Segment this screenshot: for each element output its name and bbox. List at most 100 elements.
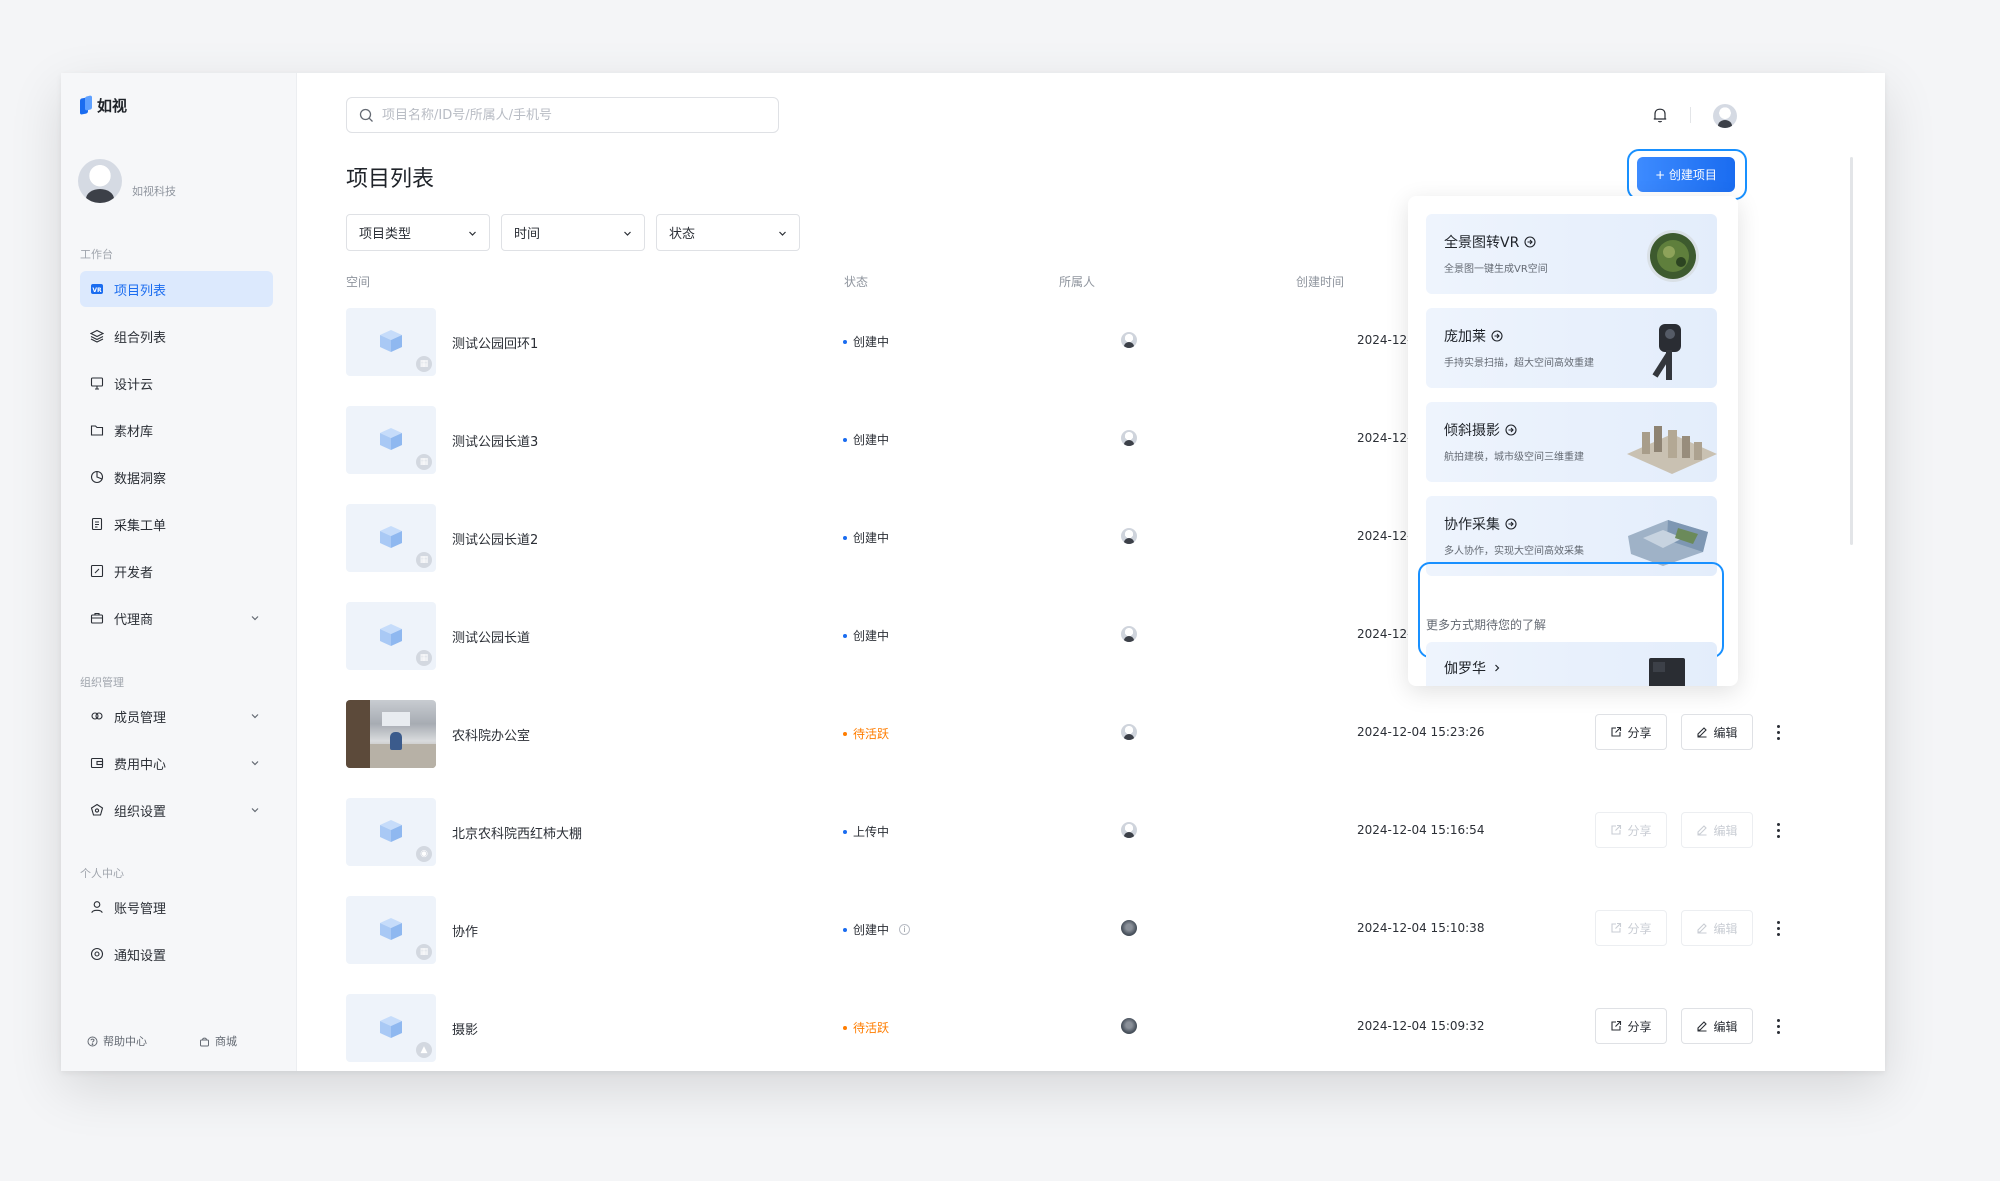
create-project-button[interactable]: + 创建项目 [1637, 157, 1735, 192]
sidebar-item-account[interactable]: 账号管理 [80, 889, 273, 925]
share-button[interactable]: 分享 [1595, 812, 1667, 848]
logo[interactable]: 如视 [80, 95, 127, 116]
sidebar-item-label: 设计云 [114, 377, 154, 393]
more-icon[interactable] [1772, 1016, 1784, 1036]
chevron-right-icon [1495, 664, 1500, 672]
project-thumbnail[interactable]: ▦ [346, 406, 436, 474]
sidebar-item-members[interactable]: 成员管理 [80, 698, 273, 734]
sidebar-item-label: 代理商 [114, 612, 154, 628]
edit-icon [1697, 825, 1708, 836]
more-icon[interactable] [1772, 820, 1784, 840]
project-thumbnail[interactable]: ▲ [346, 994, 436, 1062]
dropdown-item-galois[interactable]: 伽罗华 [1426, 642, 1717, 686]
dropdown-item-oblique-photography[interactable]: 倾斜摄影 航拍建模，城市级空间三维重建 [1426, 402, 1717, 482]
info-icon[interactable]: i [899, 924, 911, 935]
dot [1776, 834, 1780, 838]
filter-status[interactable]: 状态 [656, 214, 800, 251]
code-icon [90, 564, 104, 578]
edit-label: 编辑 [1713, 823, 1738, 838]
collab-model-image [1628, 520, 1708, 566]
search-input[interactable] [382, 107, 762, 123]
project-thumbnail[interactable]: ▦ [346, 602, 436, 670]
project-name[interactable]: 测试公园长道2 [452, 529, 538, 548]
share-label: 分享 [1627, 1019, 1652, 1034]
sidebar-item-combos[interactable]: 组合列表 [80, 318, 273, 354]
user-avatar[interactable] [1713, 104, 1737, 128]
status-label: 待活跃 [853, 1021, 890, 1035]
dropdown-item-subtitle: 手持实景扫描，超大空间高效重建 [1444, 358, 1594, 369]
arrow-circle-icon [1505, 424, 1517, 436]
arrow-circle-icon [1524, 236, 1536, 248]
status-dot [843, 731, 847, 736]
edit-button[interactable]: 编辑 [1681, 714, 1753, 750]
sidebar-item-label: 通知设置 [114, 948, 167, 964]
edit-icon [1697, 923, 1708, 934]
share-button[interactable]: 分享 [1595, 714, 1667, 750]
project-thumbnail[interactable]: ▦ [346, 308, 436, 376]
sidebar-item-work-orders[interactable]: 采集工单 [80, 506, 273, 542]
shop-link[interactable]: 商城 [199, 1033, 237, 1049]
sidebar-item-label: 开发者 [114, 565, 154, 581]
nav-group-personal: 个人中心 [80, 867, 124, 880]
status-dot [843, 927, 847, 932]
table-row[interactable]: ◉ 北京农科院西红柿大棚 上传中 2024-12-04 15:16:54 分享 … [346, 798, 1796, 868]
dropdown-item-title-text: 全景图转VR [1444, 235, 1520, 251]
project-name[interactable]: 测试公园回环1 [452, 333, 538, 352]
column-header-owner: 所属人 [1059, 275, 1096, 289]
help-center-link[interactable]: 帮助中心 [87, 1033, 147, 1049]
sidebar-item-insights[interactable]: 数据洞察 [80, 459, 273, 495]
logo-icon [80, 96, 92, 115]
project-name[interactable]: 测试公园长道 [452, 627, 530, 646]
sidebar-item-org-settings[interactable]: 组织设置 [80, 792, 273, 828]
dot [1776, 926, 1780, 930]
search-icon [359, 108, 373, 122]
dropdown-item-panorama-vr[interactable]: 全景图转VR 全景图一键生成VR空间 [1426, 214, 1717, 294]
bell-icon[interactable] [1651, 106, 1669, 124]
dot [1776, 1024, 1780, 1028]
project-name[interactable]: 农科院办公室 [452, 725, 530, 744]
edit-button[interactable]: 编辑 [1681, 910, 1753, 946]
project-thumbnail[interactable]: ▦ [346, 896, 436, 964]
monitor-icon [90, 376, 104, 390]
dropdown-item-poincare[interactable]: 庞加莱 手持实景扫描，超大空间高效重建 [1426, 308, 1717, 388]
table-row[interactable]: 农科院办公室 待活跃 2024-12-04 15:23:26 分享 编辑 [346, 700, 1796, 770]
project-photo-thumbnail[interactable] [346, 700, 436, 768]
profile[interactable]: 如视科技 [78, 159, 176, 203]
project-thumbnail[interactable]: ◉ [346, 798, 436, 866]
sidebar-item-billing[interactable]: 费用中心 [80, 745, 273, 781]
filter-time[interactable]: 时间 [501, 214, 645, 251]
share-button[interactable]: 分享 [1595, 1008, 1667, 1044]
project-name[interactable]: 摄影 [452, 1019, 478, 1038]
project-name[interactable]: 协作 [452, 921, 478, 940]
filter-project-type[interactable]: 项目类型 [346, 214, 490, 251]
edit-button[interactable]: 编辑 [1681, 812, 1753, 848]
more-icon[interactable] [1772, 722, 1784, 742]
project-name[interactable]: 北京农科院西红柿大棚 [452, 823, 582, 842]
chevron-down-icon [251, 808, 259, 813]
page-title: 项目列表 [346, 167, 435, 192]
status-dot [843, 1025, 847, 1030]
status-label: 创建中 [853, 531, 890, 545]
table-row[interactable]: ▲ 摄影 待活跃 2024-12-04 15:09:32 分享 编辑 [346, 994, 1796, 1064]
scrollbar[interactable] [1850, 157, 1853, 545]
table-row[interactable]: ▦ 协作 创建中 i 2024-12-04 15:10:38 分享 编辑 [346, 896, 1796, 966]
sidebar-item-design-cloud[interactable]: 设计云 [80, 365, 273, 401]
sidebar-item-developer[interactable]: 开发者 [80, 553, 273, 589]
chevron-down-icon [251, 714, 259, 719]
sidebar: 如视 如视科技 工作台 VR 项目列表 组合列表 设计云 素材库 数据洞察 采集… [61, 73, 297, 1071]
more-icon[interactable] [1772, 918, 1784, 938]
sidebar-item-assets[interactable]: 素材库 [80, 412, 273, 448]
search-box[interactable] [346, 97, 779, 133]
sidebar-item-label: 费用中心 [114, 757, 167, 773]
dot [1776, 828, 1780, 832]
edit-button[interactable]: 编辑 [1681, 1008, 1753, 1044]
sidebar-item-project-list[interactable]: VR 项目列表 [80, 271, 273, 307]
app-window: 如视 如视科技 工作台 VR 项目列表 组合列表 设计云 素材库 数据洞察 采集… [61, 73, 1885, 1071]
share-button[interactable]: 分享 [1595, 910, 1667, 946]
sidebar-item-agents[interactable]: 代理商 [80, 600, 273, 636]
project-thumbnail[interactable]: ▦ [346, 504, 436, 572]
sidebar-item-notifications[interactable]: 通知设置 [80, 936, 273, 972]
shop-label: 商城 [215, 1035, 237, 1048]
status-label: 上传中 [853, 825, 890, 839]
project-name[interactable]: 测试公园长道3 [452, 431, 538, 450]
